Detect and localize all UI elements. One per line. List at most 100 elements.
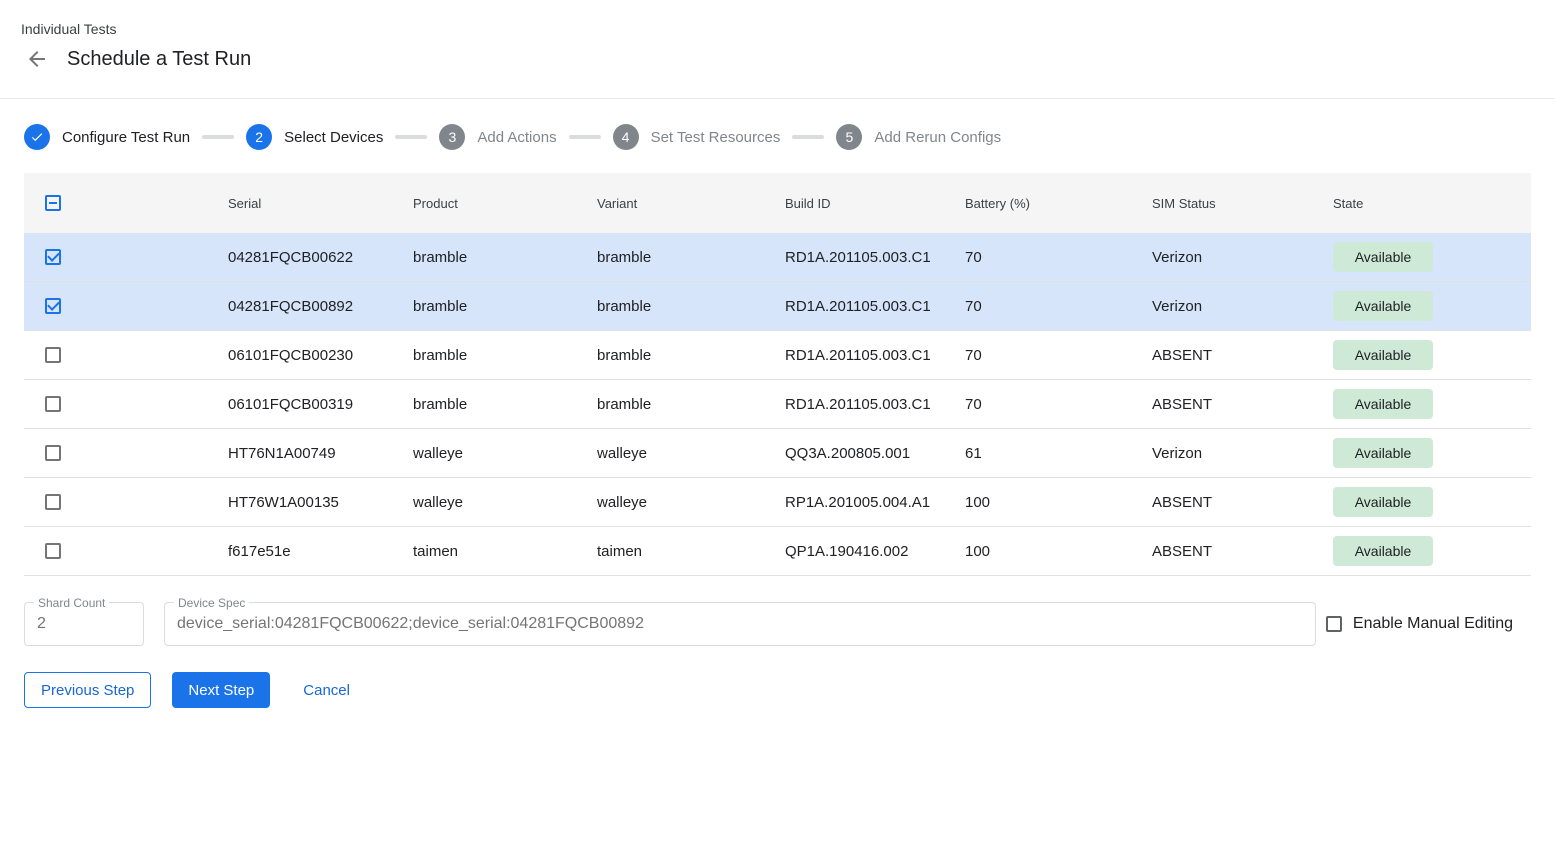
stepper-step-2[interactable]: 2 Select Devices [246,124,383,150]
column-header-serial: Serial [228,196,413,211]
stepper-step-1[interactable]: 1 Configure Test Run [24,124,190,150]
column-header-product: Product [413,196,597,211]
cell-battery: 100 [965,543,1152,560]
step-label: Add Actions [477,129,556,146]
table-row[interactable]: HT76W1A00135 walleye walleye RP1A.201005… [24,478,1531,527]
cell-product: taimen [413,543,597,560]
cell-serial: 04281FQCB00892 [228,298,413,315]
step-connector [202,135,234,139]
state-badge: Available [1333,389,1433,419]
row-checkbox[interactable] [45,249,61,265]
state-badge: Available [1333,536,1433,566]
cell-product: walleye [413,494,597,511]
cell-variant: bramble [597,298,785,315]
step-label: Set Test Resources [651,129,781,146]
table-row[interactable]: HT76N1A00749 walleye walleye QQ3A.200805… [24,429,1531,478]
cell-build-id: RD1A.201105.003.C1 [785,347,965,364]
cell-battery: 70 [965,249,1152,266]
cell-variant: bramble [597,347,785,364]
cell-sim-status: ABSENT [1152,396,1333,413]
device-spec-label: Device Spec [174,596,249,610]
step-connector [569,135,601,139]
page-header: Individual Tests Schedule a Test Run [0,0,1555,99]
action-buttons: Previous Step Next Step Cancel [24,672,1531,708]
step-connector [395,135,427,139]
cell-variant: walleye [597,494,785,511]
table-row[interactable]: f617e51e taimen taimen QP1A.190416.002 1… [24,527,1531,576]
cell-sim-status: ABSENT [1152,543,1333,560]
cell-sim-status: Verizon [1152,298,1333,315]
step-label: Add Rerun Configs [874,129,1001,146]
column-header-variant: Variant [597,196,785,211]
cell-build-id: RP1A.201005.004.A1 [785,494,965,511]
row-checkbox[interactable] [45,396,61,412]
table-row[interactable]: 06101FQCB00319 bramble bramble RD1A.2011… [24,380,1531,429]
cell-serial: HT76W1A00135 [228,494,413,511]
stepper-step-3[interactable]: 3 Add Actions [439,124,556,150]
device-spec-input[interactable] [165,603,1315,645]
cell-product: bramble [413,396,597,413]
row-checkbox[interactable] [45,543,61,559]
cell-serial: f617e51e [228,543,413,560]
row-checkbox[interactable] [45,347,61,363]
cell-variant: taimen [597,543,785,560]
step-number: 2 [255,129,263,145]
cell-product: walleye [413,445,597,462]
cell-battery: 100 [965,494,1152,511]
step-circle: 4 [613,124,639,150]
cell-build-id: QQ3A.200805.001 [785,445,965,462]
cell-build-id: RD1A.201105.003.C1 [785,249,965,266]
row-checkbox[interactable] [45,445,61,461]
cell-product: bramble [413,347,597,364]
check-icon [30,130,44,144]
page-title: Schedule a Test Run [67,48,251,71]
cell-build-id: RD1A.201105.003.C1 [785,396,965,413]
previous-step-button[interactable]: Previous Step [24,672,151,708]
state-badge: Available [1333,438,1433,468]
step-number: 3 [448,129,456,145]
cell-product: bramble [413,298,597,315]
table-row[interactable]: 04281FQCB00892 bramble bramble RD1A.2011… [24,282,1531,331]
cell-battery: 61 [965,445,1152,462]
column-header-build-id: Build ID [785,196,965,211]
cell-battery: 70 [965,298,1152,315]
stepper-step-5[interactable]: 5 Add Rerun Configs [836,124,1001,150]
column-header-battery: Battery (%) [965,196,1152,211]
state-badge: Available [1333,291,1433,321]
shard-spec-row: Shard Count Device Spec Enable Manual Ed… [24,602,1531,646]
table-row[interactable]: 06101FQCB00230 bramble bramble RD1A.2011… [24,331,1531,380]
step-label: Configure Test Run [62,129,190,146]
step-number: 4 [622,129,630,145]
step-label: Select Devices [284,129,383,146]
device-table: Serial Product Variant Build ID Battery … [24,173,1531,576]
manual-editing-checkbox[interactable] [1326,616,1342,632]
step-connector [792,135,824,139]
device-spec-field: Device Spec [164,602,1316,646]
select-all-checkbox[interactable] [45,195,61,211]
state-badge: Available [1333,487,1433,517]
row-checkbox[interactable] [45,494,61,510]
cancel-button[interactable]: Cancel [295,672,358,708]
step-circle: 2 [246,124,272,150]
cell-battery: 70 [965,347,1152,364]
stepper-step-4[interactable]: 4 Set Test Resources [613,124,781,150]
cell-serial: 06101FQCB00230 [228,347,413,364]
cell-build-id: RD1A.201105.003.C1 [785,298,965,315]
next-step-button[interactable]: Next Step [172,672,270,708]
cell-serial: HT76N1A00749 [228,445,413,462]
back-button[interactable] [23,45,51,73]
device-table-body: 04281FQCB00622 bramble bramble RD1A.2011… [24,233,1531,576]
row-checkbox[interactable] [45,298,61,314]
stepper: 1 Configure Test Run 2 Select Devices 3 … [24,123,1555,151]
manual-editing-label: Enable Manual Editing [1353,615,1513,633]
table-row[interactable]: 04281FQCB00622 bramble bramble RD1A.2011… [24,233,1531,282]
cell-sim-status: Verizon [1152,445,1333,462]
arrow-back-icon [25,47,49,71]
shard-count-field: Shard Count [24,602,144,646]
enable-manual-editing[interactable]: Enable Manual Editing [1326,615,1513,633]
column-header-state: State [1333,196,1531,211]
shard-count-label: Shard Count [34,596,109,610]
column-header-sim: SIM Status [1152,196,1333,211]
cell-sim-status: Verizon [1152,249,1333,266]
cell-sim-status: ABSENT [1152,494,1333,511]
